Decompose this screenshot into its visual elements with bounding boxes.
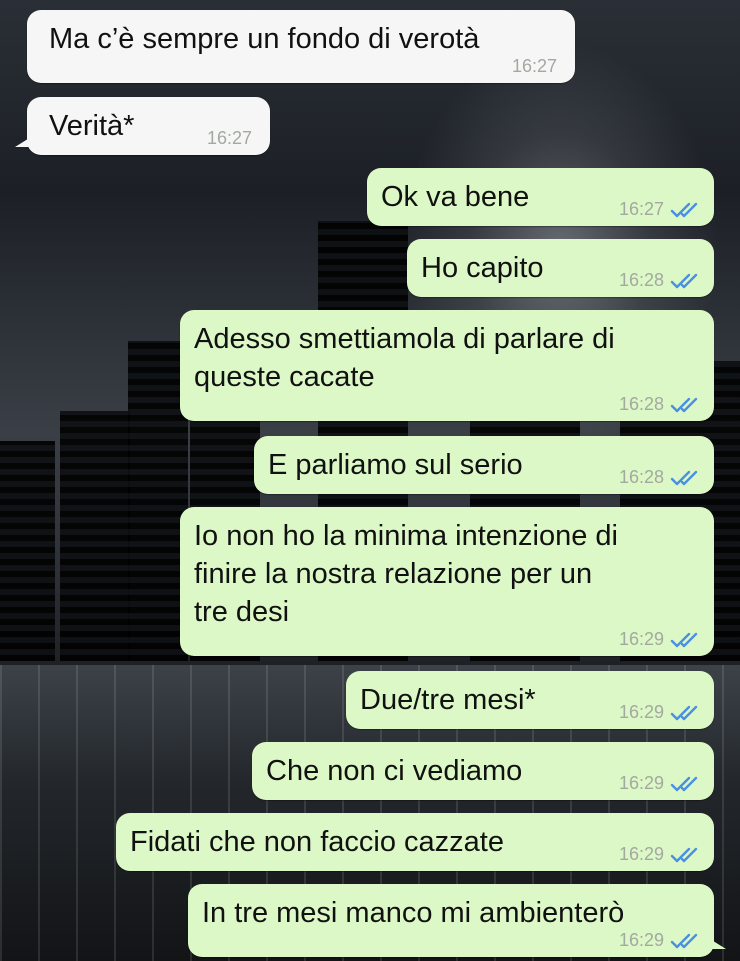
message-text-line: E parliamo sul serio	[268, 449, 523, 481]
double-check-icon	[670, 632, 698, 648]
outgoing-message-bubble[interactable]: E parliamo sul serio 16:28	[254, 436, 714, 494]
message-timestamp: 16:27	[511, 56, 557, 76]
message-timestamp: 16:29	[618, 702, 664, 722]
double-check-icon	[670, 470, 698, 486]
message-timestamp: 16:28	[618, 394, 664, 414]
outgoing-message-bubble[interactable]: Adesso smettiamola di parlare di queste c…	[180, 310, 714, 421]
double-check-icon	[670, 705, 698, 721]
message-text-line: Ho capito	[421, 252, 544, 284]
wallpaper-building	[0, 441, 55, 661]
double-check-icon	[670, 847, 698, 863]
outgoing-message-bubble[interactable]: Che non ci vediamo 16:29	[252, 742, 714, 800]
message-timestamp: 16:27	[206, 128, 252, 148]
bubble-tail	[15, 137, 31, 147]
outgoing-message-bubble[interactable]: In tre mesi manco mi ambienterò 16:29	[188, 884, 726, 957]
message-timestamp: 16:29	[618, 844, 664, 864]
message-timestamp: 16:29	[618, 629, 664, 649]
outgoing-message-bubble[interactable]: Ho capito 16:28	[407, 239, 714, 297]
wallpaper-building	[60, 411, 130, 661]
double-check-icon	[670, 776, 698, 792]
outgoing-message-bubble[interactable]: Fidati che non faccio cazzate 16:29	[116, 813, 714, 871]
outgoing-message-bubble[interactable]: Ok va bene 16:27	[367, 168, 714, 226]
double-check-icon	[670, 202, 698, 218]
wallpaper-building	[128, 341, 188, 661]
message-text-line: Ma c’è sempre un fondo di verotà	[49, 23, 480, 55]
message-text-line: Io non ho la minima intenzione di	[194, 520, 618, 552]
double-check-icon	[670, 397, 698, 413]
message-text-line: In tre mesi manco mi ambienterò	[202, 897, 625, 929]
message-timestamp: 16:28	[618, 467, 664, 487]
incoming-message-bubble[interactable]: Verità* 16:27	[15, 97, 270, 155]
message-timestamp: 16:28	[618, 270, 664, 290]
outgoing-message-bubble[interactable]: Io non ho la minima intenzione di finire …	[180, 507, 714, 656]
outgoing-message-bubble[interactable]: Due/tre mesi* 16:29	[346, 671, 714, 729]
message-timestamp: 16:27	[618, 199, 664, 219]
double-check-icon	[670, 933, 698, 949]
message-text-line: finire la nostra relazione per un	[194, 558, 593, 590]
message-text-line: tre desi	[194, 596, 290, 628]
message-text-line: Che non ci vediamo	[266, 755, 523, 787]
message-text-line: Due/tre mesi*	[360, 684, 536, 716]
message-text-line: Ok va bene	[381, 181, 530, 213]
message-timestamp: 16:29	[618, 930, 664, 950]
message-timestamp: 16:29	[618, 773, 664, 793]
message-text-line: Verità*	[49, 110, 135, 142]
double-check-icon	[670, 273, 698, 289]
incoming-message-bubble[interactable]: Ma c’è sempre un fondo di verotà 16:27	[27, 10, 575, 83]
bubble-tail	[710, 939, 726, 949]
message-text-line: Fidati che non faccio cazzate	[130, 826, 504, 858]
message-text-line: Adesso smettiamola di parlare di	[194, 323, 615, 355]
message-text-line: queste cacate	[194, 361, 375, 393]
